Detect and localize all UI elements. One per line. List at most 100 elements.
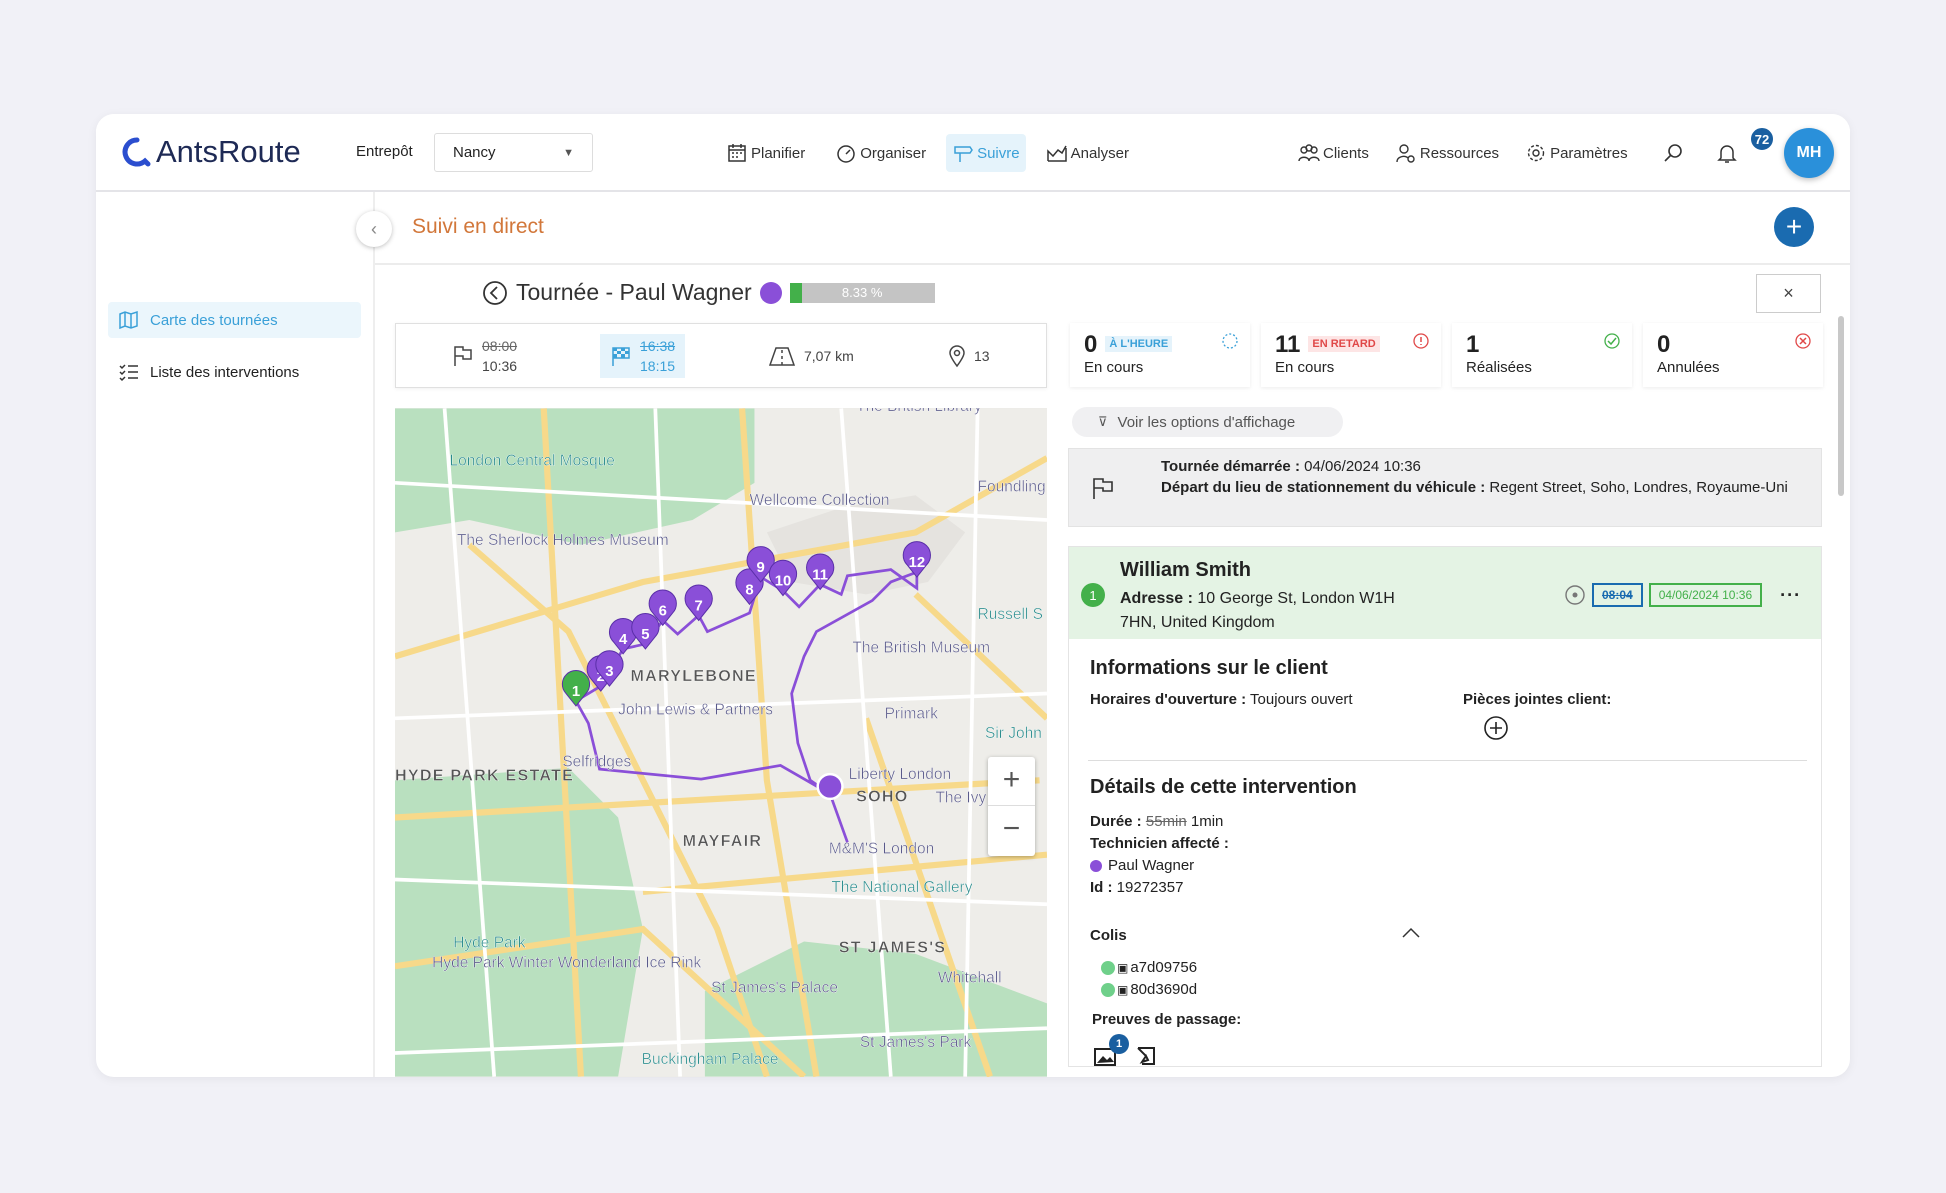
zoom-out-button[interactable]: − — [988, 806, 1035, 855]
status-card[interactable]: 0 À L'HEURE En cours — [1070, 323, 1250, 387]
stop-count: 13 — [948, 324, 990, 387]
map-canvas[interactable]: 12 34 56 78910 1112London Central MosqueWell… — [395, 408, 1047, 1077]
status-card[interactable]: 0 Annulées — [1643, 323, 1823, 387]
sidebar-item-liste[interactable]: Liste des interventions — [108, 354, 361, 390]
map-label: St James's Park — [860, 1034, 972, 1051]
status-count: 0 — [1084, 331, 1098, 358]
list-icon — [119, 364, 138, 382]
search-icon[interactable] — [1662, 142, 1684, 164]
time-info: 08:04 04/06/2024 10:36 ··· — [1564, 583, 1801, 607]
status-card[interactable]: 11 EN RETARD En cours — [1261, 323, 1441, 387]
stop-marker-label: 11 — [812, 568, 828, 584]
distance: 7,07 km — [768, 324, 854, 387]
zoom-controls: + − — [988, 757, 1035, 856]
status-label: En cours — [1275, 359, 1335, 376]
map-label: The Ivy — [935, 790, 986, 807]
chevron-up-icon[interactable] — [1401, 925, 1421, 943]
package-icon: ▣ — [1117, 961, 1129, 975]
map-label: Primark — [885, 705, 939, 722]
status-label: En cours — [1084, 359, 1144, 376]
stop-marker-label: 1 — [572, 684, 580, 700]
stop-marker-label: 9 — [757, 560, 765, 576]
calendar-icon — [728, 144, 746, 162]
add-button[interactable]: + — [1774, 207, 1814, 247]
signature-icon[interactable] — [1135, 1044, 1161, 1068]
opening-hours: Horaires d'ouverture : Toujours ouvert — [1090, 691, 1353, 708]
status-card[interactable]: 1 Réalisées — [1452, 323, 1632, 387]
tour-title: Tournée - Paul Wagner — [516, 279, 752, 305]
nav-parametres[interactable]: Paramètres — [1519, 134, 1634, 172]
target-icon[interactable] — [1564, 584, 1586, 606]
logo-icon — [122, 137, 151, 167]
page-title: Suivi en direct — [412, 215, 544, 238]
nav-analyser[interactable]: Analyser — [1040, 134, 1135, 172]
colis-label: Colis — [1090, 927, 1127, 944]
alert-icon — [1413, 333, 1429, 349]
plus-icon: + — [1785, 211, 1803, 242]
map-label: HYDE PARK ESTATE — [395, 766, 574, 784]
status-count: 11 — [1275, 331, 1301, 358]
map-label: Foundling — [978, 478, 1046, 495]
nav-suivre[interactable]: Suivre — [946, 134, 1026, 172]
add-attachment-icon[interactable] — [1483, 715, 1509, 741]
status-tag: À L'HEURE — [1105, 336, 1173, 352]
map-label: Wellcome Collection — [750, 492, 890, 509]
client-address: Adresse : 10 George St, London W1H 7HN, … — [1120, 590, 1395, 631]
collapse-sidebar-button[interactable]: ‹ — [356, 211, 392, 247]
logo[interactable]: AntsRoute — [122, 134, 301, 170]
warehouse-select[interactable]: Nancy ▼ — [434, 133, 593, 172]
status-tag: EN RETARD — [1308, 336, 1380, 352]
check-circle-icon — [1604, 333, 1620, 349]
vehicle-marker — [816, 772, 844, 801]
intervention-header[interactable]: 1 William Smith Adresse : 10 George St, … — [1069, 547, 1821, 639]
bell-icon[interactable] — [1716, 142, 1738, 164]
check-icon — [1101, 983, 1115, 997]
tour-start-info: Tournée démarrée : 04/06/2024 10:36 Dépa… — [1068, 448, 1822, 527]
end-time: 16:38 18:15 — [600, 334, 686, 378]
zoom-in-button[interactable]: + — [988, 757, 1035, 806]
map-label: Hyde Park Winter Wonderland Ice Rink — [432, 954, 701, 971]
signpost-icon — [954, 146, 973, 162]
actual-time: 04/06/2024 10:36 — [1648, 583, 1763, 607]
map-label: The National Gallery — [831, 879, 972, 896]
notification-badge: 72 — [1749, 126, 1775, 152]
flag-icon — [1093, 478, 1113, 499]
stop-marker-label: 8 — [745, 582, 753, 598]
gauge-icon — [837, 145, 855, 163]
divider — [375, 263, 1850, 265]
chart-icon — [1046, 145, 1067, 162]
map-icon — [119, 310, 138, 330]
map-label: The British Museum — [852, 640, 990, 657]
avatar[interactable]: MH — [1784, 128, 1834, 178]
close-button[interactable]: × — [1756, 274, 1821, 313]
map-label: Buckingham Palace — [642, 1051, 779, 1068]
resource-icon — [1396, 144, 1415, 163]
status-count: 1 — [1466, 331, 1480, 358]
finish-flag-icon — [612, 347, 630, 366]
nav-planifier[interactable]: Planifier — [720, 134, 811, 172]
client-name: William Smith — [1120, 559, 1251, 581]
display-options-button[interactable]: ⊽ Voir les options d'affichage — [1072, 407, 1343, 437]
nav-clients[interactable]: Clients — [1292, 134, 1375, 172]
more-options-icon[interactable]: ··· — [1780, 585, 1801, 606]
list-item: ▣ 80d3690d — [1101, 979, 1197, 1001]
map[interactable]: 1 2 3 4 5 6 7 8 9 10 11 12 London Central Mosque Well… — [395, 408, 1047, 1077]
tour-header: Tournée - Paul Wagner 8.33 % — [482, 279, 935, 306]
colis-list: ▣ a7d09756 ▣ 80d3690d — [1101, 957, 1197, 1001]
nav-ressources[interactable]: Ressources — [1389, 134, 1505, 172]
sidebar-item-carte[interactable]: Carte des tournées — [108, 302, 361, 338]
back-icon[interactable] — [482, 280, 508, 306]
pin-icon — [949, 344, 965, 367]
stop-marker-label: 6 — [659, 603, 667, 619]
start-time: 08:00 10:36 — [452, 324, 517, 387]
attachments-label: Pièces jointes client: — [1463, 691, 1612, 708]
map-label: Whitehall — [938, 969, 1002, 986]
list-item: ▣ a7d09756 — [1101, 957, 1197, 979]
nav-organiser[interactable]: Organiser — [829, 134, 932, 172]
stop-marker-label: 5 — [641, 627, 649, 643]
warehouse-label: Entrepôt — [356, 143, 413, 160]
stop-marker-label: 7 — [695, 598, 703, 614]
scrollbar[interactable] — [1838, 316, 1844, 496]
tech-color-dot — [1090, 860, 1102, 872]
users-icon — [1298, 144, 1320, 162]
